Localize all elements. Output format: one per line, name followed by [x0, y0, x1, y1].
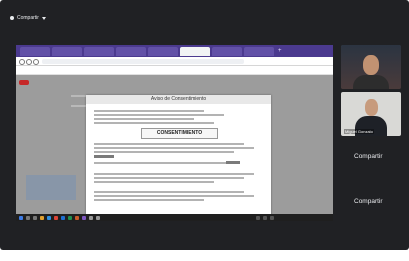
presenter-icon [10, 16, 14, 20]
reload-icon[interactable] [33, 58, 39, 65]
shared-screen: + Aviso de Consentimiento CONSENTIMIENTO [16, 45, 333, 221]
app-icon[interactable] [96, 215, 100, 220]
start-icon[interactable] [19, 215, 23, 220]
search-icon[interactable] [26, 215, 30, 220]
modal-text [94, 181, 214, 183]
app-icon[interactable] [89, 215, 93, 220]
browser-tab[interactable] [244, 47, 274, 56]
url-field[interactable] [42, 58, 244, 64]
modal-text [94, 173, 254, 175]
compartir-label: Compartir [354, 198, 383, 205]
meet-window: Compartir + Aviso de Consentimiento CONS… [0, 0, 409, 250]
modal-text [94, 151, 234, 153]
modal-text [94, 199, 204, 201]
browser-tab[interactable] [148, 47, 178, 56]
bookmarks-bar [16, 66, 333, 75]
dropdown-arrow-icon [41, 16, 46, 20]
site-logo [19, 80, 29, 85]
modal-text [94, 177, 244, 179]
modal-text [94, 195, 254, 197]
teams-icon[interactable] [82, 215, 86, 220]
modal-text [94, 114, 224, 116]
modal-title: Aviso de Consentimiento [86, 95, 271, 104]
presenter-indicator[interactable]: Compartir [10, 12, 46, 24]
participant-face [365, 99, 378, 116]
web-page-backdrop: Aviso de Consentimiento CONSENTIMIENTO [16, 75, 333, 221]
consent-modal: Aviso de Consentimiento CONSENTIMIENTO [86, 95, 271, 219]
participant-face [363, 55, 379, 75]
background-panel [26, 175, 76, 200]
modal-text [94, 118, 194, 120]
participant-tile[interactable]: Miguel Gonzalo [341, 92, 401, 136]
browser-tab[interactable] [84, 47, 114, 56]
forward-icon[interactable] [26, 58, 32, 65]
modal-text [94, 143, 244, 145]
explorer-icon[interactable] [40, 215, 44, 220]
browser-tab-strip: + [16, 45, 333, 57]
excel-icon[interactable] [68, 215, 72, 220]
modal-text [94, 162, 239, 164]
browser-tab[interactable] [52, 47, 82, 56]
address-bar [16, 57, 333, 66]
highlighted-text [226, 161, 240, 164]
powerpoint-icon[interactable] [75, 215, 79, 220]
modal-text [94, 191, 244, 193]
word-icon[interactable] [61, 215, 65, 220]
modal-text [94, 122, 214, 124]
network-icon[interactable] [263, 215, 267, 220]
presenter-label: Compartir [17, 15, 39, 21]
chrome-icon[interactable] [54, 215, 58, 220]
section-heading: CONSENTIMIENTO [141, 128, 218, 139]
modal-text [94, 147, 254, 149]
os-taskbar [16, 214, 333, 221]
edge-icon[interactable] [47, 215, 51, 220]
volume-icon[interactable] [270, 215, 274, 220]
browser-tab[interactable] [116, 47, 146, 56]
highlighted-text [94, 155, 114, 158]
browser-tab-active[interactable] [180, 47, 210, 56]
participant-tile[interactable] [341, 45, 401, 89]
back-icon[interactable] [19, 58, 25, 65]
modal-text [94, 110, 204, 112]
browser-tab[interactable] [20, 47, 50, 56]
new-tab-icon[interactable]: + [278, 47, 282, 55]
browser-tab[interactable] [212, 47, 242, 56]
system-tray-icon[interactable] [256, 215, 260, 220]
compartir-label: Compartir [354, 153, 383, 160]
participant-body [353, 75, 389, 89]
participant-name: Miguel Gonzalo [344, 129, 374, 134]
task-view-icon[interactable] [33, 215, 37, 220]
